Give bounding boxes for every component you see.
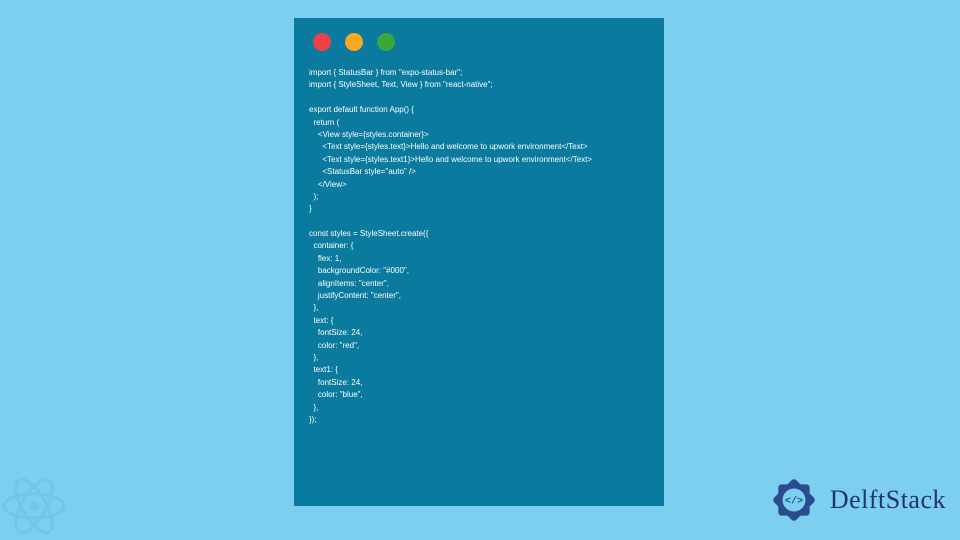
watermark-icon xyxy=(0,466,74,540)
brand-name: DelftStack xyxy=(830,485,946,515)
close-icon xyxy=(313,33,331,51)
window-traffic-lights xyxy=(295,19,663,61)
minimize-icon xyxy=(345,33,363,51)
svg-text:</>: </> xyxy=(785,495,803,507)
maximize-icon xyxy=(377,33,395,51)
code-snippet: import { StatusBar } from "expo-status-b… xyxy=(295,61,663,438)
brand-logo-block: </> DelftStack xyxy=(766,472,946,528)
brand-badge-icon: </> xyxy=(766,472,822,528)
code-window: import { StatusBar } from "expo-status-b… xyxy=(294,18,664,506)
